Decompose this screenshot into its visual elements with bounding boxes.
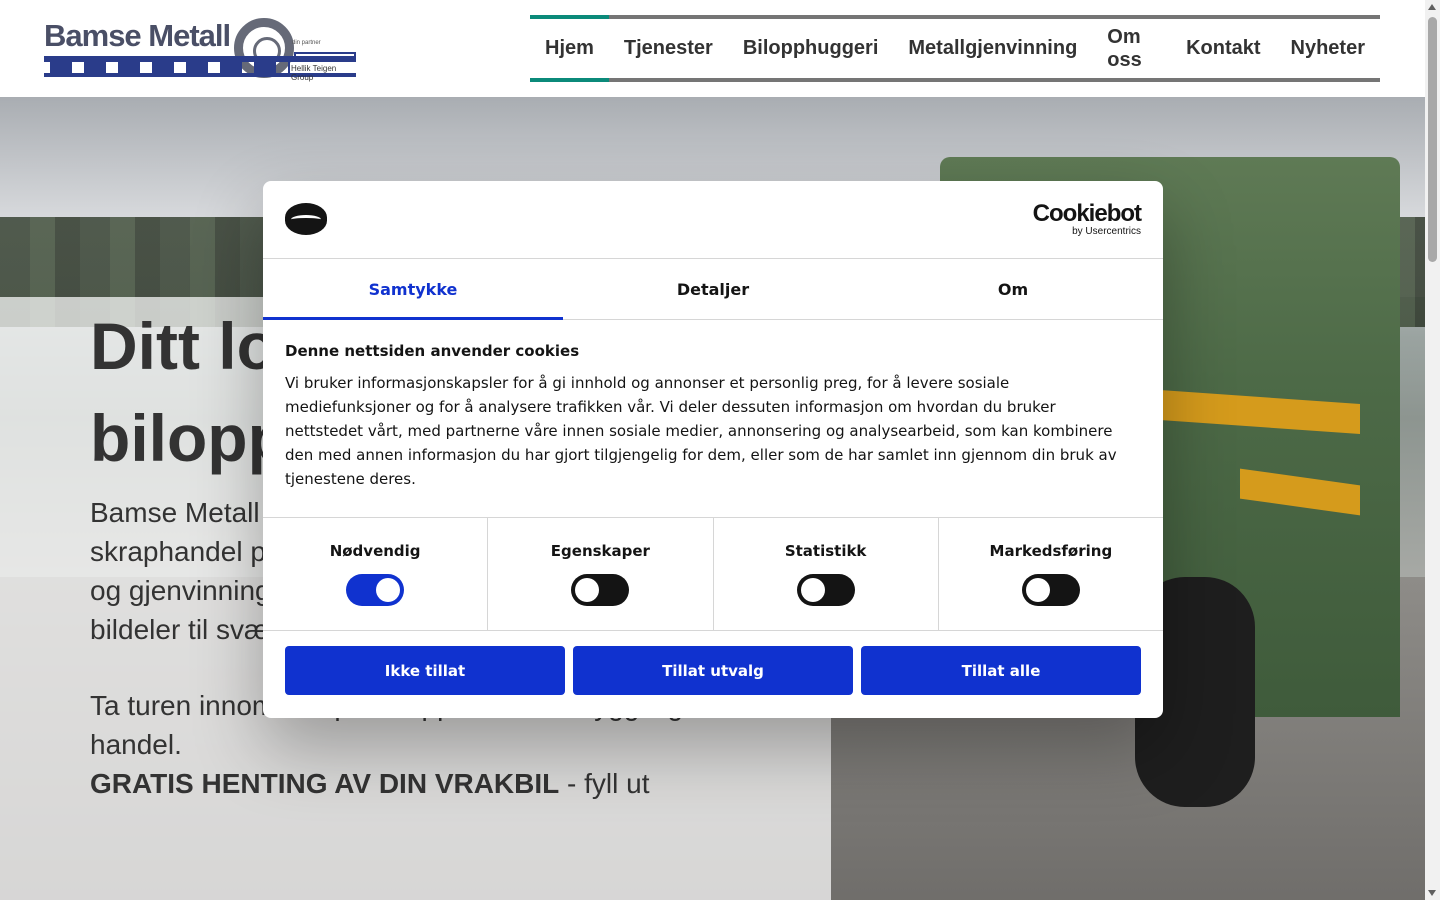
cookie-logo-icon <box>285 203 327 235</box>
markedsforing-toggle[interactable] <box>1021 574 1080 606</box>
nav-item-metallgjenvinning[interactable]: Metallgjenvinning <box>893 19 1092 78</box>
dialog-tabs: Samtykke Detaljer Om <box>263 259 1163 320</box>
toggle-label: Statistikk <box>784 542 867 560</box>
toggle-knob <box>575 578 600 602</box>
tab-detaljer[interactable]: Detaljer <box>563 259 863 319</box>
free-pickup-text: GRATIS HENTING AV DIN VRAKBIL <box>90 768 560 799</box>
nav-item-hjem[interactable]: Hjem <box>530 15 609 82</box>
cookiebot-brand-sub: by Usercentrics <box>1072 226 1141 237</box>
toggle-knob <box>376 578 401 602</box>
toggle-group-statistikk: Statistikk <box>714 518 939 630</box>
site-logo[interactable]: Bamse Metall din partner Hellik Teigen G… <box>44 18 358 82</box>
allow-all-button[interactable]: Tillat alle <box>861 646 1141 695</box>
toggle-knob <box>1025 578 1050 602</box>
logo-small-text: din partner <box>292 40 321 46</box>
page-scrollbar[interactable] <box>1425 0 1440 900</box>
nav-item-tjenester[interactable]: Tjenester <box>609 19 728 78</box>
nav-item-nyheter[interactable]: Nyheter <box>1276 19 1380 78</box>
consent-toggles: Nødvendig Egenskaper Statistikk Markedsf… <box>263 517 1163 631</box>
cookiebot-brand: Cookiebot <box>1032 200 1142 227</box>
toggle-label: Markedsføring <box>989 542 1113 560</box>
dialog-title: Denne nettsiden anvender cookies <box>285 342 580 360</box>
hero-cta-line: handel. <box>90 729 182 760</box>
dialog-header: Cookiebot by Usercentrics <box>263 181 1163 259</box>
toggle-label: Nødvendig <box>329 542 421 560</box>
scroll-up-arrow-icon[interactable] <box>1428 4 1436 10</box>
toggle-label: Egenskaper <box>550 542 650 560</box>
main-nav: Hjem Tjenester Bilopphuggeri Metallgjenv… <box>530 15 1380 82</box>
dialog-description: Vi bruker informasjonskapsler for å gi i… <box>285 374 1117 488</box>
cta-rest-text[interactable]: - fyll ut <box>559 768 649 799</box>
nav-item-om-oss[interactable]: Om oss <box>1092 19 1171 78</box>
cookiebot-logo[interactable]: Cookiebot by Usercentrics <box>1032 200 1142 237</box>
scroll-thumb[interactable] <box>1428 17 1437 262</box>
logo-text: Bamse Metall <box>44 18 231 53</box>
tab-samtykke[interactable]: Samtykke <box>263 259 563 320</box>
toggle-knob <box>800 578 825 602</box>
dialog-buttons: Ikke tillat Tillat utvalg Tillat alle <box>285 646 1141 695</box>
cookie-consent-dialog: Cookiebot by Usercentrics Samtykke Detal… <box>263 181 1163 718</box>
dialog-body: Denne nettsiden anvender cookies Vi bruk… <box>285 342 1135 491</box>
scroll-down-arrow-icon[interactable] <box>1428 890 1436 896</box>
hero-cta-line: GRATIS HENTING AV DIN VRAKBIL - fyll ut <box>90 764 790 803</box>
deny-button[interactable]: Ikke tillat <box>285 646 565 695</box>
nodvendig-toggle[interactable] <box>346 574 405 606</box>
allow-selection-button[interactable]: Tillat utvalg <box>573 646 853 695</box>
toggle-group-nodvendig: Nødvendig <box>263 518 489 630</box>
toggle-group-markedsforing: Markedsføring <box>939 518 1163 630</box>
tab-om[interactable]: Om <box>863 259 1163 319</box>
site-header: Bamse Metall din partner Hellik Teigen G… <box>0 0 1425 97</box>
logo-tagline: Hellik Teigen Group <box>291 64 337 82</box>
nav-item-kontakt[interactable]: Kontakt <box>1171 19 1275 78</box>
egenskaper-toggle[interactable] <box>571 574 630 606</box>
toggle-group-egenskaper: Egenskaper <box>488 518 714 630</box>
nav-item-bilopphuggeri[interactable]: Bilopphuggeri <box>728 19 894 78</box>
statistikk-toggle[interactable] <box>796 574 855 606</box>
